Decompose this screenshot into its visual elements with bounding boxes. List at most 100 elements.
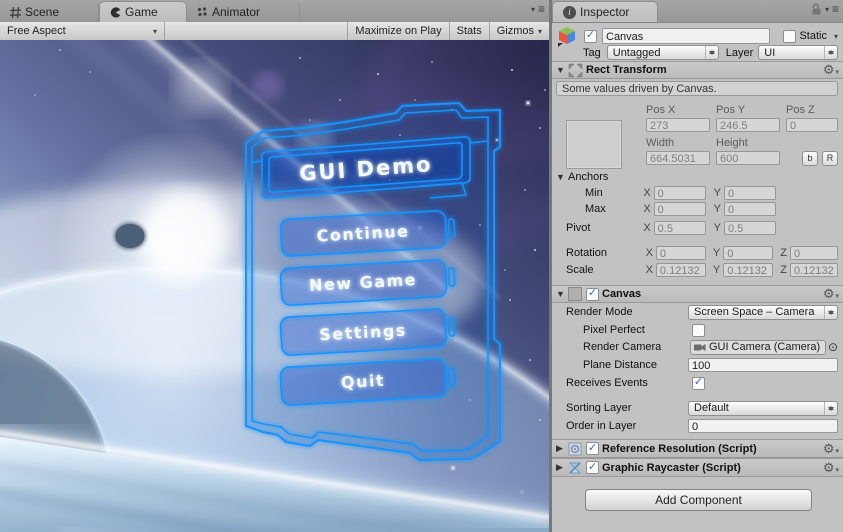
reference-resolution-header[interactable]: ▶ ✓ Reference Resolution (Script) ⚙ ▾ [552,439,843,458]
maximize-on-play-button[interactable]: Maximize on Play [347,22,448,40]
canvas-component-header[interactable]: ▼ ✓ Canvas ⚙ ▾ [552,285,843,303]
pos-y-label: Pos Y [716,104,746,116]
pixel-perfect-row: Pixel Perfect [556,322,838,338]
pos-x-field[interactable]: 273 [646,118,710,132]
rotation-label: Rotation [566,246,607,259]
sorting-layer-dropdown[interactable]: Default [688,400,838,416]
height-label: Height [716,137,748,149]
stats-button[interactable]: Stats [448,22,489,40]
rotation-y-axis: Y [712,246,721,259]
canvas-enabled-checkbox[interactable]: ✓ [586,287,599,301]
game-scene: GUI Demo Continue New Game Settings Quit [0,40,549,532]
min-x-field[interactable]: 0 [653,185,706,200]
driven-values-text: Some values driven by Canvas. [562,82,717,95]
rotation-y-field[interactable]: 0 [723,245,774,260]
driven-values-notice: Some values driven by Canvas. [556,81,838,96]
gizmos-dropdown[interactable]: Gizmos ▾ [488,22,549,40]
pos-y-field[interactable]: 246.5 [716,118,780,132]
gameobject-cube-icon[interactable] [556,25,578,47]
graphic-raycaster-check-mark: ✓ [587,460,598,473]
rect-transform-foldout[interactable]: ▼ [556,65,568,75]
pos-z-field[interactable]: 0 [786,118,838,132]
raw-edit-mode-button[interactable]: R [822,150,838,166]
scale-z-axis: Z [780,263,787,276]
graphic-raycaster-title: Graphic Raycaster (Script) [602,461,741,474]
reference-resolution-gear[interactable]: ⚙ ▾ [823,441,839,457]
tag-dropdown[interactable]: Untagged [606,45,719,60]
pivot-y-axis: Y [713,221,721,234]
pivot-x-axis: X [643,221,651,234]
width-field[interactable]: 664.5031 [646,151,710,165]
tag-value: Untagged [612,46,661,59]
receives-events-label: Receives Events [566,377,648,389]
render-mode-value: Screen Space – Camera [694,306,815,318]
tab-game[interactable]: Game [99,1,187,22]
pivot-y-field[interactable]: 0.5 [724,220,776,235]
anchors-max-row: Max X 0 Y 0 [556,201,838,216]
reference-resolution-checkbox[interactable]: ✓ [586,442,599,455]
layer-dropdown[interactable]: UI [758,45,838,60]
canvas-gear[interactable]: ⚙ ▾ [823,286,839,302]
scale-z-field[interactable]: 0.12132 [790,262,838,277]
tab-scene[interactable]: Scene [0,2,99,22]
object-picker-icon[interactable]: ⊙ [828,340,838,354]
render-mode-dropdown[interactable]: Screen Space – Camera [688,304,838,320]
max-x-field[interactable]: 0 [653,201,706,216]
tag-layer-row: Tag Untagged Layer UI [556,45,838,60]
anchors-min-row: Min X 0 Y 0 [556,185,838,200]
menu-button-quit-label[interactable]: Quit [340,371,385,392]
max-y-field[interactable]: 0 [724,201,776,216]
pivot-row: Pivot X 0.5 Y 0.5 [556,220,838,235]
scale-y-field[interactable]: 0.12132 [723,262,774,277]
graphic-raycaster-gear[interactable]: ⚙ ▾ [823,460,839,476]
scale-row: Scale X 0.12132 Y 0.12132 Z 0.12132 [556,262,838,277]
object-name-field[interactable]: Canvas [602,28,770,44]
game-panel-menu[interactable]: ▾ ≡ [531,2,549,22]
min-y-field[interactable]: 0 [724,185,776,200]
panel-menu-icon[interactable]: ≡ [538,2,545,16]
graphic-raycaster-header[interactable]: ▶ ✓ Graphic Raycaster (Script) ⚙ ▾ [552,458,843,477]
rect-transform-gear[interactable]: ⚙ ▾ [823,62,839,78]
anchors-foldout[interactable]: ▼ [556,172,568,182]
graphic-raycaster-checkbox[interactable]: ✓ [586,461,599,474]
static-checkbox[interactable] [783,29,797,43]
rect-transform-header[interactable]: ▼ Rect Transform ⚙ ▾ [552,61,843,79]
plane-distance-field[interactable]: 100 [688,358,838,372]
reference-resolution-foldout[interactable]: ▶ [556,443,568,454]
inspector-panel-menu[interactable]: ▾ ≡ [811,2,843,22]
lock-icon[interactable] [811,3,822,15]
inspector-dropdown-icon[interactable]: ▾ [825,5,829,14]
graphic-raycaster-foldout[interactable]: ▶ [556,462,568,473]
anchors-foldout-row[interactable]: ▼ Anchors [556,170,838,183]
active-check-mark: ✓ [585,29,596,41]
rotation-x-field[interactable]: 0 [655,245,706,260]
moon [114,223,146,249]
tab-inspector-label: Inspector [580,5,630,19]
pivot-x-field[interactable]: 0.5 [653,220,706,235]
rotation-z-field[interactable]: 0 [790,245,838,260]
add-component-label: Add Component [655,493,742,507]
tab-animator[interactable]: Animator [187,2,300,22]
scale-x-field[interactable]: 0.12132 [655,262,706,277]
static-dropdown-icon[interactable]: ▾ [834,32,838,41]
order-in-layer-field[interactable]: 0 [688,419,838,433]
panel-dropdown-icon[interactable]: ▾ [531,5,535,14]
render-camera-object-field[interactable]: GUI Camera (Camera) [689,339,826,355]
tab-inspector[interactable]: i Inspector [552,1,658,22]
blueprint-mode-button[interactable]: b [802,150,818,166]
inspector-menu-icon[interactable]: ≡ [832,2,839,16]
add-component-button[interactable]: Add Component [585,489,812,511]
rect-transform-title: Rect Transform [586,64,667,76]
canvas-foldout[interactable]: ▼ [556,289,568,299]
max-label: Max [585,202,606,215]
inspector-panel: i Inspector ▾ ≡ ✓ Canvas Static ▾ Tag Un… [552,0,843,532]
active-checkbox[interactable]: ✓ [584,29,597,43]
tag-label: Tag [583,46,601,59]
unity-editor-window: Scene Game Animator ▾ ≡ Free Aspect ▾ Ma… [0,0,843,532]
aspect-dropdown[interactable]: Free Aspect ▾ [0,22,165,40]
pixel-perfect-checkbox[interactable] [692,323,705,337]
tab-game-label: Game [125,5,158,19]
height-field[interactable]: 600 [716,151,780,165]
receives-events-checkbox[interactable]: ✓ [692,376,705,390]
sorting-layer-value: Default [694,402,729,414]
